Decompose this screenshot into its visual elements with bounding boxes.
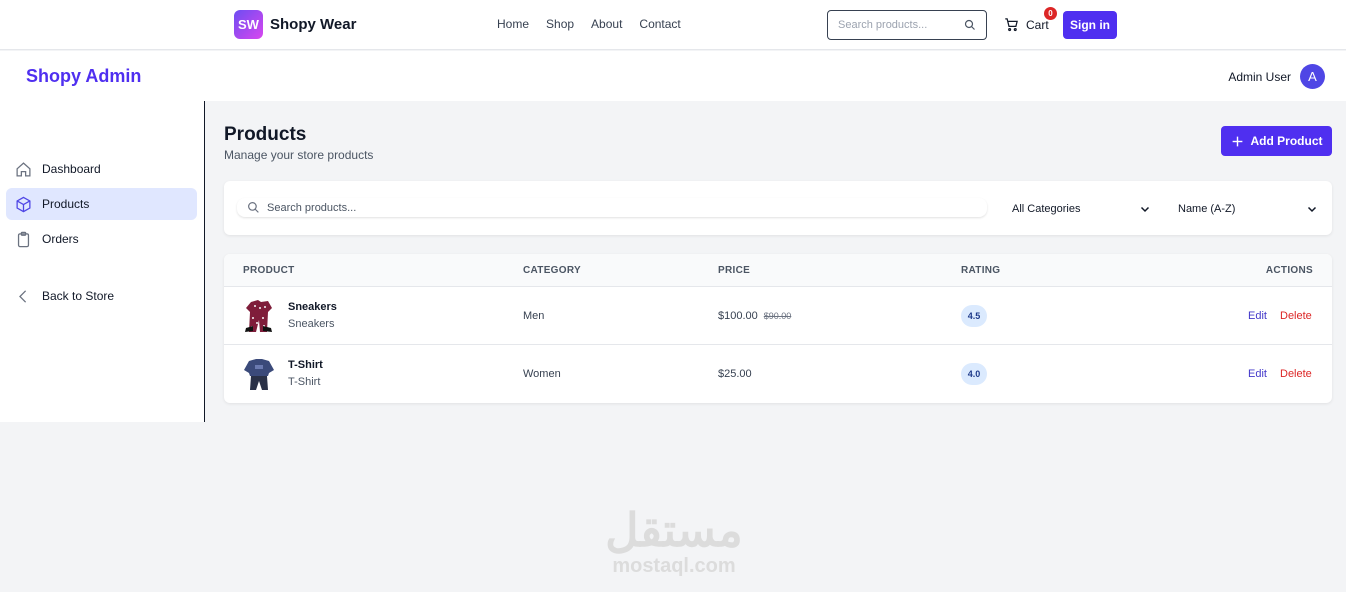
column-header-category: CATEGORY xyxy=(523,265,581,276)
admin-user-name: Admin User xyxy=(1228,69,1291,84)
admin-sidebar: Dashboard Products Orders Back to Store xyxy=(0,101,205,422)
cart-label: Cart xyxy=(1026,17,1049,32)
clipboard-icon xyxy=(17,231,30,247)
filter-bar: All Categories Name (A-Z) xyxy=(224,181,1332,235)
logo-mark: SW xyxy=(234,10,263,39)
add-product-label: Add Product xyxy=(1250,134,1323,148)
store-logo[interactable]: SW Shopy Wear xyxy=(234,10,356,39)
sidebar-item-label: Dashboard xyxy=(42,162,101,176)
chevron-down-icon xyxy=(1307,206,1317,213)
category-select-value: All Categories xyxy=(1012,203,1081,215)
store-search-input[interactable] xyxy=(838,19,953,31)
sidebar-item-back-to-store[interactable]: Back to Store xyxy=(6,280,197,312)
cart-count-badge: 0 xyxy=(1044,7,1057,20)
products-table: PRODUCT CATEGORY PRICE RATING ACTIONS Sn… xyxy=(224,254,1332,403)
product-category: Men xyxy=(523,310,545,322)
watermark-arabic: مستقل xyxy=(605,504,743,556)
product-old-price: $90.00 xyxy=(763,311,792,321)
column-header-rating: RATING xyxy=(961,265,1001,276)
delete-button[interactable]: Delete xyxy=(1280,310,1312,322)
product-price-cell: $100.00 $90.00 xyxy=(718,310,791,322)
avatar[interactable]: A xyxy=(1300,64,1325,89)
product-subtitle: T-Shirt xyxy=(288,376,321,388)
page-title: Products xyxy=(224,124,307,145)
admin-header: Shopy Admin Admin User A xyxy=(0,51,1346,101)
nav-shop-link[interactable]: Shop xyxy=(546,17,574,31)
cart-button[interactable]: Cart 0 xyxy=(1004,7,1057,32)
store-search-box xyxy=(827,10,987,40)
nav-about-link[interactable]: About xyxy=(591,17,622,31)
product-price: $25.00 xyxy=(718,368,752,380)
product-price-cell: $25.00 xyxy=(718,368,752,380)
store-name: Shopy Wear xyxy=(270,16,357,33)
edit-button[interactable]: Edit xyxy=(1248,368,1267,380)
sidebar-item-label: Back to Store xyxy=(42,289,115,303)
sidebar-item-label: Products xyxy=(42,197,90,211)
product-search-box xyxy=(237,198,987,217)
product-name: Sneakers xyxy=(288,301,337,313)
table-row: Sneakers Sneakers Men $100.00 $90.00 4.5… xyxy=(224,287,1332,345)
plus-icon xyxy=(1232,136,1242,146)
product-subtitle: Sneakers xyxy=(288,318,335,330)
store-navbar: SW Shopy Wear Home Shop About Contact Ca… xyxy=(0,0,1346,50)
sort-select-value: Name (A-Z) xyxy=(1178,203,1236,215)
nav-contact-link[interactable]: Contact xyxy=(639,17,680,31)
chevron-left-icon xyxy=(19,289,27,303)
sort-select[interactable]: Name (A-Z) xyxy=(1178,201,1318,217)
nav-home-link[interactable]: Home xyxy=(497,17,529,31)
add-product-button[interactable]: Add Product xyxy=(1221,126,1332,156)
home-icon xyxy=(16,161,31,177)
product-name: T-Shirt xyxy=(288,359,323,371)
category-select[interactable]: All Categories xyxy=(1012,201,1151,217)
admin-user-menu[interactable]: Admin User A xyxy=(1228,64,1325,89)
watermark-latin: mostaql.com xyxy=(612,555,736,577)
watermark: مستقل mostaql.com xyxy=(596,505,752,577)
column-header-product: PRODUCT xyxy=(243,265,295,276)
cube-icon xyxy=(16,196,31,212)
product-thumbnail xyxy=(244,359,274,390)
column-header-price: PRICE xyxy=(718,265,751,276)
edit-button[interactable]: Edit xyxy=(1248,310,1267,322)
product-price: $100.00 xyxy=(718,310,758,322)
main-nav: Home Shop About Contact xyxy=(497,17,681,31)
rating-badge: 4.0 xyxy=(961,363,987,385)
search-icon[interactable] xyxy=(964,19,976,31)
table-row: T-Shirt T-Shirt Women $25.00 4.0 Edit De… xyxy=(224,345,1332,403)
product-category: Women xyxy=(523,368,561,380)
table-header: PRODUCT CATEGORY PRICE RATING ACTIONS xyxy=(224,254,1332,287)
cart-icon xyxy=(1005,18,1018,32)
admin-title[interactable]: Shopy Admin xyxy=(26,66,141,87)
sidebar-item-orders[interactable]: Orders xyxy=(6,223,197,255)
product-search-input[interactable] xyxy=(267,201,967,214)
sidebar-item-products[interactable]: Products xyxy=(6,188,197,220)
product-thumbnail xyxy=(245,300,272,332)
chevron-down-icon xyxy=(1140,206,1150,213)
search-icon xyxy=(248,202,259,213)
sidebar-item-dashboard[interactable]: Dashboard xyxy=(6,153,197,185)
sidebar-item-label: Orders xyxy=(42,232,79,246)
delete-button[interactable]: Delete xyxy=(1280,368,1312,380)
rating-badge: 4.5 xyxy=(961,305,987,327)
sign-in-button[interactable]: Sign in xyxy=(1063,11,1117,39)
column-header-actions: ACTIONS xyxy=(1265,265,1313,276)
page-subtitle: Manage your store products xyxy=(224,148,374,162)
